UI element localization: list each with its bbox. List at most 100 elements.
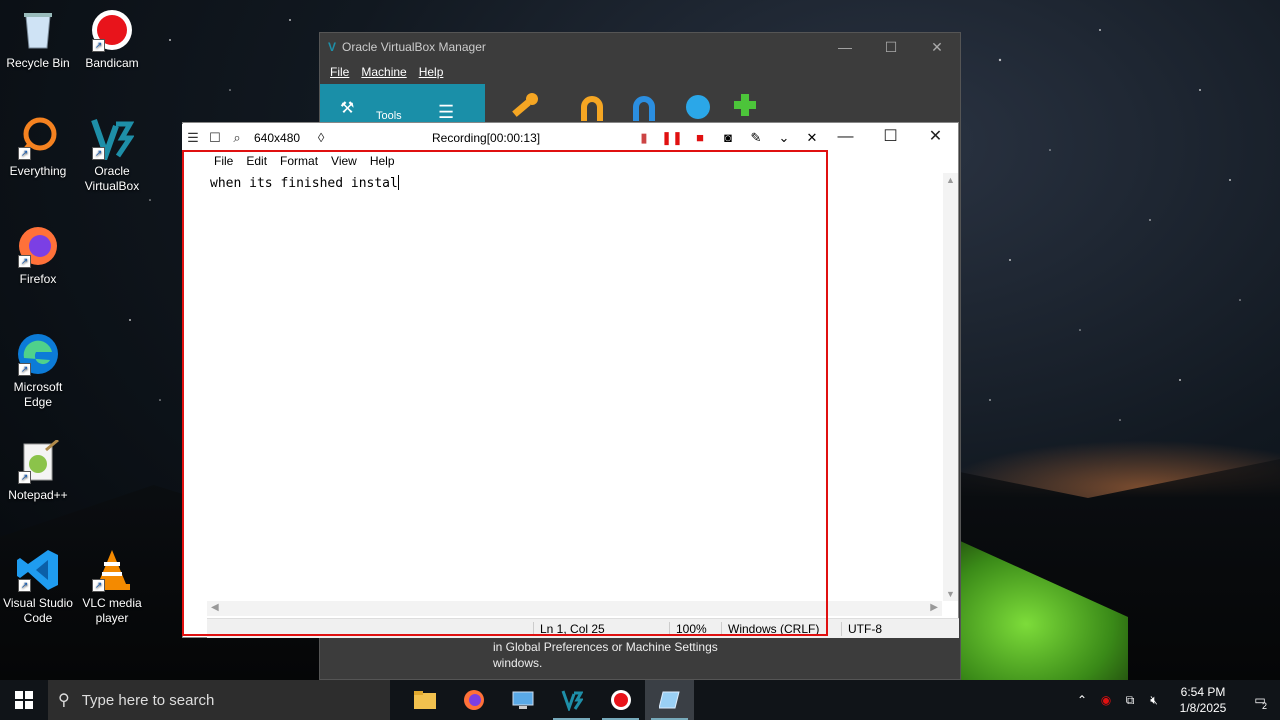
status-encoding: UTF-8 <box>841 622 882 636</box>
menu-format[interactable]: Format <box>275 154 326 168</box>
desktop-icon-edge[interactable]: ↗ Microsoft Edge <box>0 332 76 410</box>
capture-resolution[interactable]: 640x480 <box>254 131 300 145</box>
notepadpp-icon: ↗ <box>16 438 60 484</box>
taskbar-bandicam[interactable] <box>596 680 645 720</box>
menu-file[interactable]: File <box>330 65 349 79</box>
tools-icon: ⚒ <box>340 100 355 117</box>
clock-time: 6:54 PM <box>1180 685 1226 699</box>
taskbar-virtualbox[interactable] <box>547 680 596 720</box>
desktop-icon-label: Oracle VirtualBox <box>84 164 140 193</box>
desktop-icon-vlc[interactable]: ↗ VLC media player <box>74 548 150 626</box>
screenshot-icon[interactable]: ◙ <box>716 130 740 145</box>
shortcut-arrow-icon: ↗ <box>18 579 31 592</box>
menu-file[interactable]: File <box>209 154 241 168</box>
windows-logo-icon <box>15 691 33 709</box>
status-cursor-position: Ln 1, Col 25 <box>533 622 605 636</box>
shortcut-arrow-icon: ↗ <box>18 255 31 268</box>
taskbar-file-explorer[interactable] <box>400 680 449 720</box>
maximize-button[interactable]: ☐ <box>868 123 913 151</box>
bandicam-icon: ↗ <box>90 8 134 52</box>
notepad-window[interactable]: — ☐ ✕ File Edit Format View Help when it… <box>182 122 959 638</box>
recording-timer: Recording[00:00:13] <box>432 130 541 145</box>
minimize-button[interactable]: — <box>822 39 868 56</box>
menu-icon[interactable]: ☰ <box>182 130 204 146</box>
collapse-icon[interactable]: ⌄ <box>772 130 796 146</box>
add-icon <box>734 94 756 116</box>
scroll-up-icon[interactable]: ▲ <box>946 175 955 185</box>
close-icon[interactable]: ✕ <box>800 130 824 146</box>
chevron-up-icon[interactable]: ⌃ <box>1070 693 1094 707</box>
notification-center-icon[interactable]: ▭ 2 <box>1240 693 1280 711</box>
firefox-icon: ↗ <box>16 224 60 268</box>
fullscreen-icon[interactable]: ☐ <box>204 130 226 146</box>
notepad-content: when its finished instal <box>210 176 398 191</box>
taskbar-clock[interactable]: 6:54 PM 1/8/2025 <box>1166 684 1240 716</box>
notepad-text-area[interactable]: when its finished instal <box>207 173 942 601</box>
horizontal-scrollbar[interactable]: ◀ ▶ <box>207 601 942 616</box>
opacity-icon[interactable]: ◊ <box>310 130 332 145</box>
desktop-icon-label: Notepad++ <box>8 488 68 502</box>
taskbar-search-box[interactable]: ⚲ Type here to search <box>48 680 390 720</box>
scroll-down-icon[interactable]: ▼ <box>946 589 955 599</box>
text-caret <box>397 175 399 190</box>
desktop-icon-label: VLC media player <box>82 596 142 625</box>
minimize-button[interactable]: — <box>823 123 868 151</box>
close-button[interactable]: ✕ <box>913 123 958 151</box>
desktop-icon-notepadpp[interactable]: ↗ Notepad++ <box>0 438 76 503</box>
desktop-icon-label: Visual Studio Code <box>3 596 73 625</box>
shortcut-arrow-icon: ↗ <box>18 363 31 376</box>
start-button[interactable] <box>0 680 48 720</box>
taskbar-notepad[interactable] <box>645 680 694 720</box>
desktop-icon-vscode[interactable]: ↗ Visual Studio Code <box>0 548 76 626</box>
menu-view[interactable]: View <box>326 154 365 168</box>
vlc-icon: ↗ <box>90 548 134 592</box>
scroll-left-icon[interactable]: ◀ <box>211 602 219 613</box>
import-icon <box>581 96 603 121</box>
notepad-window-controls: — ☐ ✕ <box>823 123 958 151</box>
export-icon <box>633 96 655 121</box>
close-button[interactable]: ✕ <box>914 39 960 56</box>
virtualbox-titlebar[interactable]: V Oracle VirtualBox Manager — ☐ ✕ <box>320 33 960 61</box>
edge-icon: ↗ <box>16 332 60 376</box>
bandicam-tray-icon[interactable]: ◉ <box>1094 693 1118 707</box>
shortcut-arrow-icon: ↗ <box>18 147 31 160</box>
virtualbox-icon <box>561 690 583 711</box>
virtualbox-app-icon: V <box>328 40 337 54</box>
vertical-scrollbar[interactable]: ▲ ▼ <box>943 173 958 601</box>
pause-icon[interactable]: ❚❚ <box>660 130 684 146</box>
folder-icon <box>413 691 436 709</box>
menu-help[interactable]: Help <box>365 154 403 168</box>
system-tray: ⌃ ◉ ⧉ 🔇︎ 6:54 PM 1/8/2025 ▭ 2 <box>1070 680 1280 720</box>
desktop-icon-firefox[interactable]: ↗ Firefox <box>0 224 76 287</box>
bandicam-icon <box>610 690 631 710</box>
stop-icon[interactable]: ■ <box>688 130 712 145</box>
taskbar-remote-desktop[interactable] <box>498 680 547 720</box>
desktop-icon-label: Recycle Bin <box>6 56 70 70</box>
network-icon[interactable]: ⧉ <box>1118 693 1142 708</box>
tools-label: Tools <box>376 110 402 122</box>
taskbar-firefox[interactable] <box>449 680 498 720</box>
maximize-button[interactable]: ☐ <box>868 39 914 56</box>
desktop-icon-label: Firefox <box>19 272 57 286</box>
desktop-icon-everything[interactable]: ↗ Everything <box>0 116 76 179</box>
new-vm-icon <box>686 95 710 119</box>
preferences-icon <box>512 93 538 117</box>
tools-button[interactable]: ⚒ Tools ☰ <box>320 84 485 124</box>
region-search-icon[interactable]: ⌕ <box>226 130 248 146</box>
status-zoom: 100% <box>669 622 707 636</box>
desktop-icon-bandicam[interactable]: ↗ Bandicam <box>74 8 150 71</box>
shortcut-arrow-icon: ↗ <box>18 471 31 484</box>
desktop-icon-recycle-bin[interactable]: Recycle Bin <box>0 8 76 71</box>
scroll-right-icon[interactable]: ▶ <box>930 602 938 613</box>
volume-muted-icon[interactable]: 🔇︎ <box>1142 693 1166 708</box>
desktop-icon-virtualbox[interactable]: ↗ Oracle VirtualBox <box>74 116 150 194</box>
menu-help[interactable]: Help <box>419 65 444 79</box>
clock-date: 1/8/2025 <box>1179 701 1227 715</box>
bandicam-controls: ▮ ❚❚ ■ ◙ ✎ ⌄ ✕ <box>632 130 824 146</box>
notepad-icon <box>658 691 680 709</box>
pencil-icon[interactable]: ✎ <box>744 130 768 146</box>
notepad-menubar: File Edit Format View Help <box>209 154 403 168</box>
menu-machine[interactable]: Machine <box>361 65 406 79</box>
menu-edit[interactable]: Edit <box>241 154 275 168</box>
bandicam-toolbar[interactable]: ☰ ☐ ⌕ 640x480 ◊ Recording[00:00:13] ▮ ❚❚… <box>182 124 828 151</box>
